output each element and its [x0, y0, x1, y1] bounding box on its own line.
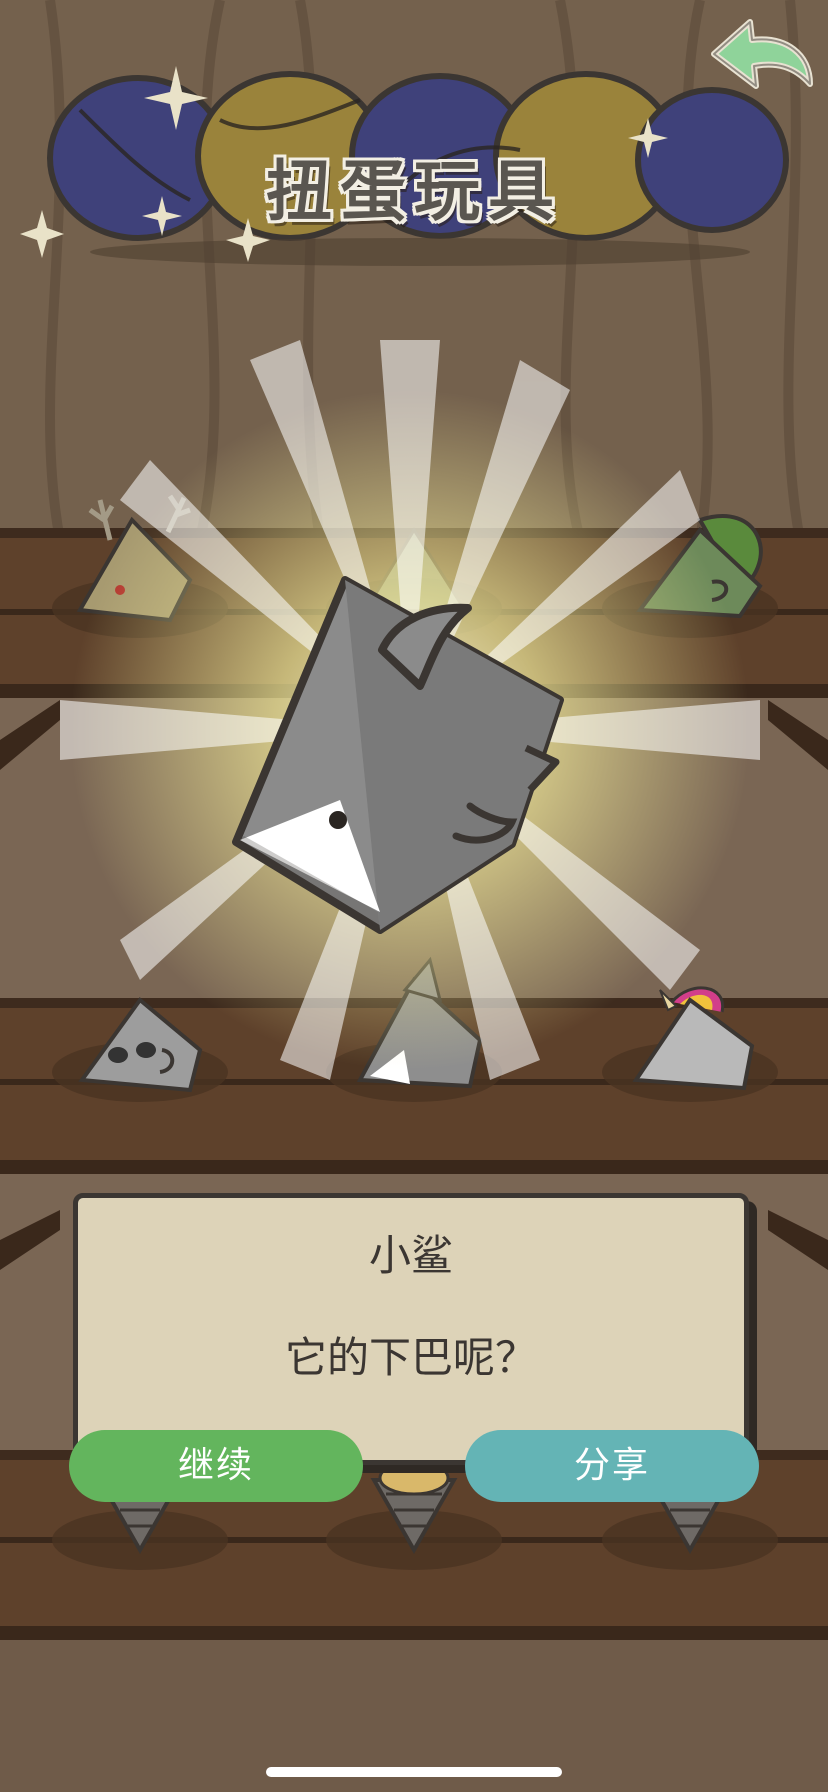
toy-name: 小鲨 — [368, 1231, 453, 1280]
share-button[interactable]: 分享 — [465, 1430, 759, 1502]
home-indicator[interactable] — [266, 1767, 562, 1777]
result-dialog: 小鲨 它的下巴呢？ — [73, 1193, 749, 1465]
continue-button[interactable]: 继续 — [69, 1430, 363, 1502]
page-title: 扭蛋玩具 — [266, 153, 562, 230]
back-button[interactable] — [706, 14, 816, 100]
toy-description: 它的下巴呢？ — [284, 1333, 537, 1382]
back-arrow-icon — [711, 19, 813, 89]
